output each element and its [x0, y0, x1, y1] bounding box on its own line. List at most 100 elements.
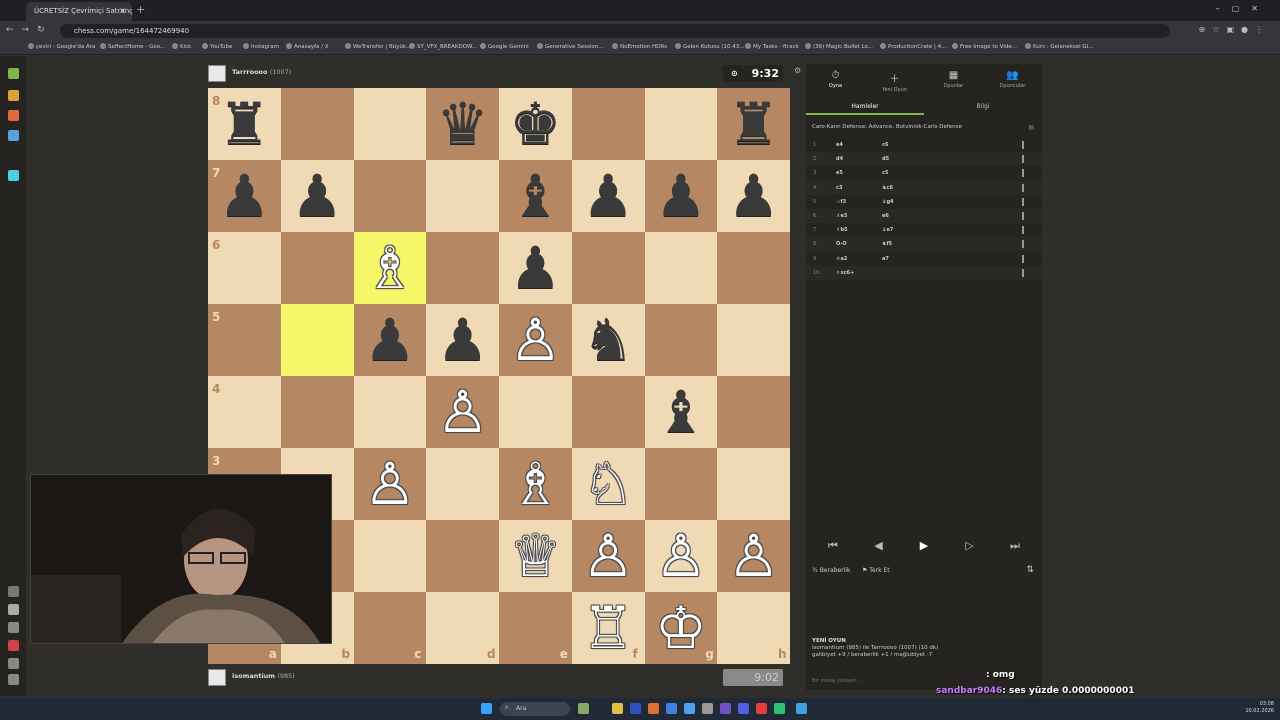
black-move[interactable]: d5 [882, 156, 889, 162]
taskbar-app-icon[interactable] [612, 703, 623, 714]
search-icon[interactable] [8, 586, 19, 597]
piece-d4[interactable]: ♙ [426, 376, 499, 448]
draw-button[interactable]: ½ Beraberlik [812, 567, 850, 574]
taskbar-app-icon[interactable] [684, 703, 695, 714]
taskbar-app-icon[interactable] [796, 703, 807, 714]
play-button[interactable]: ▶ [902, 539, 946, 557]
square-f6[interactable] [571, 232, 645, 304]
messages-icon[interactable] [8, 658, 19, 669]
chess-logo-icon[interactable] [8, 68, 19, 79]
square-g3[interactable] [644, 448, 718, 520]
last-move-button[interactable]: ⏭ [993, 539, 1037, 557]
square-f4[interactable] [571, 376, 645, 448]
play-icon[interactable] [8, 90, 19, 101]
white-move[interactable]: O-O [836, 241, 847, 247]
taskbar-app-icon[interactable] [738, 703, 749, 714]
white-move[interactable]: ♘f3 [836, 199, 846, 205]
flip-board-icon[interactable]: ⇅ [1026, 565, 1034, 575]
white-move[interactable]: ♗e3 [836, 213, 847, 219]
taskbar-app-icon[interactable] [774, 703, 785, 714]
white-move[interactable]: c3 [836, 185, 842, 191]
panel-tab-3[interactable]: 👥 Oyuncular [983, 70, 1042, 89]
black-move[interactable]: ♞c6 [882, 185, 893, 191]
settings-gear-icon[interactable]: ⚙ [794, 66, 801, 75]
piece-b7[interactable]: ♟ [281, 160, 354, 232]
piece-c3[interactable]: ♙ [354, 448, 427, 520]
piece-e8[interactable]: ♚ [499, 88, 572, 160]
white-move[interactable]: e5 [836, 170, 843, 176]
square-f8[interactable] [571, 88, 645, 160]
panel-tab-1[interactable]: ＋ Yeni Oyun [865, 70, 924, 93]
avatar[interactable] [208, 65, 226, 82]
avatar[interactable] [208, 669, 226, 686]
friends-icon[interactable] [8, 622, 19, 633]
bookmark-item[interactable]: Instagram [243, 43, 279, 50]
black-move[interactable]: e6 [882, 213, 889, 219]
taskbar-app-icon[interactable] [666, 703, 677, 714]
square-b6[interactable] [280, 232, 354, 304]
piece-f3[interactable]: ♘ [572, 448, 645, 520]
piece-f5[interactable]: ♞ [572, 304, 645, 376]
top-player-name[interactable]: Tarrroooo (1007) [232, 68, 291, 76]
square-b8[interactable] [280, 88, 354, 160]
piece-f2[interactable]: ♙ [572, 520, 645, 592]
square-d3[interactable] [426, 448, 499, 520]
learn-icon[interactable] [8, 130, 19, 141]
bookmark-item[interactable]: çeviri - Google'da Ara [28, 43, 95, 50]
book-icon[interactable]: ▤ [1028, 124, 1034, 131]
black-move[interactable]: ♝e7 [882, 227, 893, 233]
piece-h2[interactable]: ♙ [717, 520, 790, 592]
piece-g4[interactable]: ♝ [645, 376, 718, 448]
new-tab-button[interactable]: + [136, 3, 145, 16]
taskbar-search[interactable]: ⌕ Ara [500, 702, 570, 716]
taskbar-app-icon[interactable] [578, 703, 589, 714]
square-c7[interactable] [353, 160, 427, 232]
browser-toolbar-icons[interactable]: ⊕☆▣●⋮ [1199, 25, 1270, 34]
bookmark-item[interactable]: Anasayfa / X [286, 43, 329, 50]
piece-g1[interactable]: ♔ [645, 592, 718, 664]
square-c2[interactable] [353, 520, 427, 592]
taskbar-app-icon[interactable] [720, 703, 731, 714]
piece-e6[interactable]: ♟ [499, 232, 572, 304]
square-b4[interactable] [280, 376, 354, 448]
bookmark-item[interactable]: YouTube [202, 43, 232, 50]
bookmark-item[interactable]: WeTransfer | Büyük... [345, 43, 411, 50]
bottom-player-name[interactable]: isomantium (985) [232, 672, 295, 680]
url-field[interactable]: chess.com/game/164472469940 [60, 24, 1170, 38]
resign-button[interactable]: ⚑ Terk Et [862, 567, 890, 574]
browser-tab[interactable]: ÜCRETSİZ Çevrimiçi Satranç Oy... × [26, 2, 132, 21]
tab-info[interactable]: Bilgi [924, 99, 1042, 115]
white-move[interactable]: d4 [836, 156, 843, 162]
bookmark-item[interactable]: (36) Magic Bullet Lo... [805, 43, 873, 50]
square-h4[interactable] [717, 376, 790, 448]
bookmark-item[interactable]: Gelen Kutusu (10.43... [675, 43, 745, 50]
square-d6[interactable] [426, 232, 499, 304]
panel-tab-0[interactable]: ⏱ Oyna [806, 70, 865, 89]
black-move[interactable]: c5 [882, 170, 888, 176]
piece-a8[interactable]: ♜ [208, 88, 281, 160]
white-move[interactable]: ♗b5 [836, 227, 848, 233]
first-move-button[interactable]: ⏮ [811, 539, 855, 557]
piece-e3[interactable]: ♗ [499, 448, 572, 520]
square-h6[interactable] [717, 232, 790, 304]
taskbar-app-icon[interactable] [702, 703, 713, 714]
bookmark-item[interactable]: NoEmotion HDRs [612, 43, 667, 50]
bookmark-item[interactable]: SeffectHome - Goo... [100, 43, 165, 50]
square-h3[interactable] [717, 448, 790, 520]
white-move[interactable]: e4 [836, 142, 843, 148]
square-g5[interactable] [644, 304, 718, 376]
piece-e5[interactable]: ♙ [499, 304, 572, 376]
bookmark-item[interactable]: Kick [172, 43, 191, 50]
tab-close-icon[interactable]: × [119, 6, 126, 15]
nav-buttons[interactable]: ←→↻ [6, 25, 53, 35]
piece-f7[interactable]: ♟ [572, 160, 645, 232]
white-move[interactable]: ♕a2 [836, 256, 847, 262]
profile-icon[interactable] [8, 604, 19, 615]
start-icon[interactable] [481, 703, 492, 714]
bookmark-item[interactable]: Free Image to Vide... [952, 43, 1017, 50]
system-tray[interactable]: 03:08 10.02.2026 [1245, 701, 1274, 715]
square-d2[interactable] [426, 520, 499, 592]
tab-moves[interactable]: Hamleler [806, 99, 924, 115]
taskbar-app-icon[interactable] [756, 703, 767, 714]
window-controls[interactable]: –▢✕ [1216, 4, 1270, 13]
